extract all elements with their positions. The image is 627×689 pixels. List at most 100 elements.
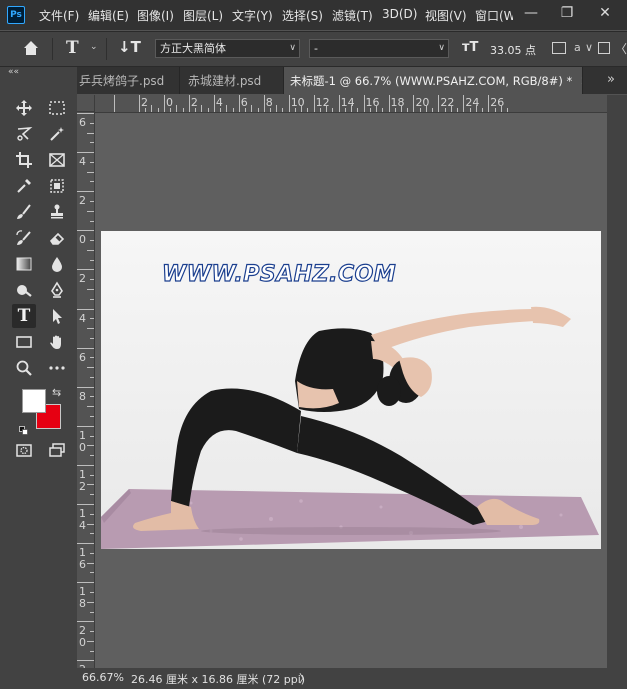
- stamp-tool-icon[interactable]: [46, 201, 68, 223]
- close-tab-icon[interactable]: ✕: [580, 74, 582, 88]
- ruler-tick: [77, 230, 94, 232]
- ruler-minor-tick: [482, 108, 484, 112]
- menu-window[interactable]: 窗口(W: [475, 7, 513, 24]
- tab-document[interactable]: 乒兵烤鸽子.psd: [77, 67, 180, 94]
- ruler-minor-tick: [282, 108, 284, 112]
- swap-colors-icon[interactable]: ⇆: [52, 386, 61, 399]
- font-family-select[interactable]: 方正大黑简体 ∨: [155, 39, 300, 58]
- ruler-label: 22: [440, 96, 455, 109]
- ruler-minor-tick: [444, 108, 446, 112]
- rectangle-tool-icon[interactable]: [13, 331, 35, 353]
- collapse-panel-icon[interactable]: ««: [8, 67, 19, 77]
- more-tools-icon[interactable]: [46, 357, 68, 379]
- ruler-tick: [263, 95, 265, 112]
- ruler-label: 4: [79, 519, 86, 532]
- zoom-tool-icon[interactable]: [13, 357, 35, 379]
- ruler-tick: [238, 95, 240, 112]
- type-tool-preset-icon[interactable]: T: [66, 38, 79, 58]
- vertical-scrollbar[interactable]: [607, 95, 627, 668]
- font-style-select[interactable]: - ∨: [309, 39, 449, 58]
- ruler-minor-tick: [90, 611, 94, 613]
- crop-tool-icon[interactable]: [13, 149, 35, 171]
- type-tool-icon[interactable]: T: [12, 304, 36, 328]
- object-select-icon[interactable]: [46, 175, 68, 197]
- status-menu-icon[interactable]: 〉: [299, 670, 310, 686]
- zoom-level[interactable]: 66.67%: [82, 671, 124, 684]
- minimize-button[interactable]: —: [516, 2, 546, 24]
- pen-tool-icon[interactable]: [46, 279, 68, 301]
- document-tabs: 乒兵烤鸽子.psd 赤城建材.psd 未标题-1 @ 66.7% (WWW.PS…: [77, 67, 627, 94]
- home-icon[interactable]: [20, 37, 42, 59]
- magic-wand-icon[interactable]: [46, 123, 68, 145]
- ruler-tick: [338, 95, 340, 112]
- restore-button[interactable]: ❐: [552, 2, 582, 24]
- ruler-minor-tick: [90, 552, 94, 554]
- close-window-button[interactable]: ✕: [590, 2, 620, 24]
- menu-select[interactable]: 选择(S): [282, 7, 323, 24]
- menu-file[interactable]: 文件(F): [39, 7, 79, 24]
- ruler-label: 12: [315, 96, 330, 109]
- brush-tool-icon[interactable]: [13, 201, 35, 223]
- screen-mode-icon[interactable]: [46, 439, 68, 461]
- ruler-minor-tick: [507, 108, 508, 112]
- foreground-color-swatch[interactable]: [22, 389, 46, 413]
- path-select-icon[interactable]: [46, 305, 68, 327]
- lasso-tool-icon[interactable]: [13, 123, 35, 145]
- move-tool-icon[interactable]: [13, 97, 35, 119]
- ruler-label: 20: [415, 96, 430, 109]
- menu-3d[interactable]: 3D(D): [382, 7, 417, 21]
- ruler-minor-tick: [494, 108, 496, 112]
- ruler-label: 2: [79, 272, 86, 286]
- ruler-minor-tick: [87, 367, 94, 369]
- eyedropper-icon[interactable]: [13, 175, 35, 197]
- ruler-tick: [77, 386, 94, 388]
- hand-tool-icon[interactable]: [46, 331, 68, 353]
- chevron-down-icon[interactable]: ∨: [585, 41, 593, 54]
- ruler-minor-tick: [407, 108, 409, 112]
- font-size-field[interactable]: 33.05 点: [490, 42, 536, 58]
- toggle-text-orientation-icon[interactable]: ↓T: [118, 38, 141, 56]
- eraser-icon[interactable]: [46, 227, 68, 249]
- ruler-origin[interactable]: [77, 95, 95, 112]
- horizontal-ruler[interactable]: 2 0 2 4 6 8 10 12 14 16 18 20 22 24 26: [95, 95, 607, 113]
- menu-image[interactable]: 图像(I): [137, 7, 174, 24]
- text-box-icon[interactable]: [552, 42, 566, 54]
- chevron-down-icon[interactable]: ⌄: [90, 42, 98, 52]
- ruler-tick: [139, 95, 140, 112]
- marquee-tool-icon[interactable]: [46, 97, 68, 119]
- ruler-minor-tick: [419, 108, 421, 112]
- ruler-minor-tick: [226, 105, 228, 112]
- ruler-tick: [388, 95, 390, 112]
- menu-layer[interactable]: 图层(L): [183, 7, 223, 24]
- menu-filter[interactable]: 滤镜(T): [332, 7, 373, 24]
- menu-type[interactable]: 文字(Y): [232, 7, 273, 24]
- ruler-minor-tick: [90, 298, 94, 300]
- ruler-minor-tick: [294, 108, 296, 112]
- tab-document[interactable]: 赤城建材.psd: [180, 67, 284, 94]
- ruler-minor-tick: [182, 108, 184, 112]
- ruler-minor-tick: [257, 108, 259, 112]
- default-colors-icon[interactable]: [19, 420, 28, 435]
- anti-alias-select[interactable]: a: [574, 41, 581, 54]
- tab-overflow-icon[interactable]: »: [607, 72, 615, 87]
- history-brush-icon[interactable]: [13, 227, 35, 249]
- ruler-minor-tick: [87, 523, 94, 525]
- dodge-tool-icon[interactable]: [13, 279, 35, 301]
- ruler-minor-tick: [332, 108, 334, 112]
- ruler-minor-tick: [382, 108, 384, 112]
- align-text-icon[interactable]: [598, 42, 610, 54]
- tab-document-active[interactable]: 未标题-1 @ 66.7% (WWW.PSAHZ.COM, RGB/8#) * …: [284, 67, 583, 94]
- ruler-minor-tick: [87, 249, 94, 251]
- menu-view[interactable]: 视图(V): [425, 7, 467, 24]
- quick-mask-icon[interactable]: [13, 439, 35, 461]
- menu-edit[interactable]: 编辑(E): [88, 7, 129, 24]
- more-options-icon[interactable]: 〈: [615, 40, 627, 57]
- frame-tool-icon[interactable]: [46, 149, 68, 171]
- ruler-label: 2: [79, 194, 86, 208]
- ruler-minor-tick: [90, 474, 94, 476]
- gradient-tool-icon[interactable]: [13, 253, 35, 275]
- blur-tool-icon[interactable]: [46, 253, 68, 275]
- vertical-ruler[interactable]: 6420246810121416182022: [77, 112, 95, 668]
- ruler-minor-tick: [90, 240, 94, 242]
- ruler-minor-tick: [90, 337, 94, 339]
